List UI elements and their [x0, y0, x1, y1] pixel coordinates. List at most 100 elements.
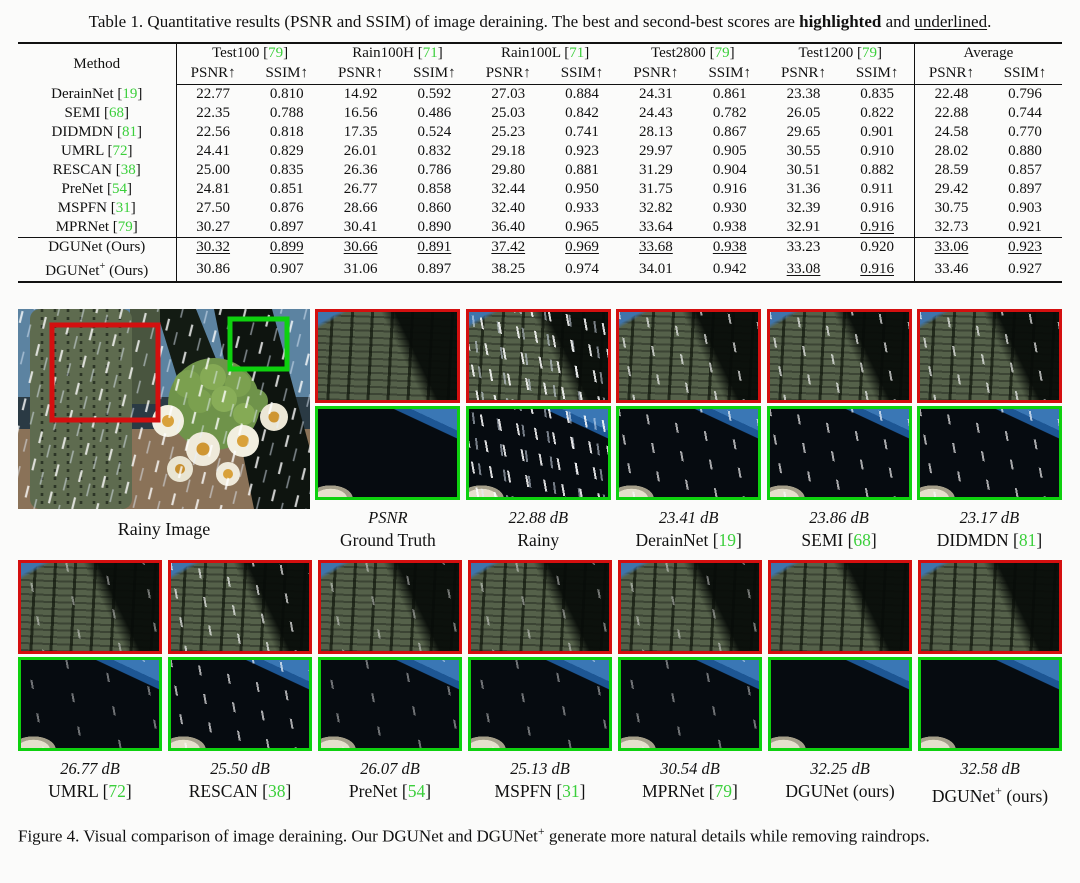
score-cell: 0.884 — [565, 86, 599, 102]
score-cell: 22.88 — [913, 104, 989, 123]
citation-number: 68 — [109, 105, 125, 121]
table-group-header-row: Method Test100 [79] Rain100H [71] Rain100L… — [18, 43, 1062, 85]
score-cell: 29.42 — [913, 180, 989, 199]
citation-number: 68 — [853, 530, 871, 550]
score-cell: 24.43 — [639, 105, 673, 121]
score-cell: 14.92 — [343, 86, 378, 102]
method-label: MSPFN [31] — [494, 781, 586, 801]
method-label: RESCAN [38] — [188, 781, 292, 801]
score-cell: 29.80 — [491, 162, 526, 178]
score-cell: 28.59 — [913, 161, 989, 180]
score-cell: 38.25 — [491, 260, 526, 277]
method-column-header: Method — [18, 43, 177, 85]
green-crop-image — [168, 657, 312, 751]
score-cell: 0.901 — [860, 124, 894, 140]
psnr-value: 30.54 dB — [660, 759, 720, 778]
dataset-group-header: Test2800 [79] — [651, 45, 735, 61]
rain-overlay — [621, 563, 759, 651]
score-cell: 29.65 — [786, 124, 821, 140]
rain-overlay — [919, 409, 1059, 497]
score-cell: 0.880 — [1008, 143, 1042, 159]
citation-number: 19 — [122, 85, 138, 102]
rain-overlay — [769, 312, 909, 400]
psnr-value: 26.07 dB — [360, 759, 420, 778]
score-cell: 24.58 — [913, 123, 989, 142]
table-caption-text: Table 1. Quantitative results (PSNR and … — [88, 12, 800, 31]
psnr-value: 22.88 dB — [508, 508, 569, 527]
green-crop-image — [465, 406, 611, 500]
score-cell: 32.91 — [786, 219, 821, 235]
score-cell: 28.02 — [913, 142, 989, 161]
green-crop-image — [315, 406, 461, 500]
method-label: DGUNet+ (ours) — [931, 784, 1049, 806]
score-cell: 0.897 — [1008, 181, 1042, 197]
rain-overlay — [921, 660, 1059, 748]
figure-row-2: 26.77 dB UMRL [72] 25.50 dB RESCAN [38] 26.0… — [18, 560, 1062, 808]
citation-number: 71 — [422, 45, 438, 61]
score-cell: 27.50 — [196, 200, 231, 216]
green-crop-image — [918, 657, 1062, 751]
score-cell: 0.822 — [860, 105, 894, 121]
score-cell: 0.950 — [565, 181, 599, 197]
score-cell: 0.782 — [712, 105, 747, 121]
psnr-column-header: PSNR↑ — [618, 63, 693, 85]
score-cell: 0.916 — [860, 260, 894, 277]
citation-number: 19 — [718, 530, 737, 550]
method-name-cell: UMRL [72] — [18, 142, 177, 161]
score-cell: 0.916 — [860, 200, 894, 216]
red-crop-image — [766, 309, 912, 403]
figure-panel: 23.86 dB SEMI [68] — [766, 309, 912, 552]
red-crop-image — [168, 560, 312, 654]
dataset-group-header: Average — [913, 43, 1062, 63]
score-cell: 0.923 — [565, 143, 599, 159]
rain-overlay — [318, 409, 457, 497]
citation-number: 79 — [714, 781, 733, 801]
score-cell: 30.86 — [196, 260, 231, 277]
rain-overlay — [321, 660, 459, 748]
score-cell: 25.23 — [491, 124, 526, 140]
score-cell: 0.930 — [712, 200, 747, 216]
score-cell: 30.55 — [786, 143, 821, 159]
score-cell: 30.32 — [176, 237, 250, 257]
score-cell: 28.13 — [639, 124, 673, 140]
method-name-cell: MPRNet [79] — [18, 218, 177, 238]
figure-panel: 23.41 dB DerainNet [19] — [616, 309, 762, 552]
score-cell: 22.77 — [196, 86, 231, 102]
superscript: + — [995, 784, 1002, 798]
method-label: DerainNet [19] — [635, 530, 742, 550]
score-cell: 24.81 — [196, 181, 231, 197]
score-cell: 24.41 — [196, 143, 231, 159]
citation-number: 81 — [121, 124, 137, 140]
ssim-column-header: SSIM↑ — [545, 63, 619, 85]
score-cell: 30.66 — [323, 237, 398, 257]
score-cell: 0.974 — [565, 260, 599, 277]
score-cell: 0.770 — [1008, 124, 1042, 140]
score-cell: 32.40 — [491, 200, 526, 216]
table-row: DGUNet+ (Ours) 30.86 0.907 31.06 0.897 38.25 0… — [18, 257, 1062, 282]
green-crop-image — [18, 657, 162, 751]
psnr-value: 25.50 dB — [210, 759, 270, 778]
score-cell: 0.965 — [565, 219, 599, 235]
rain-overlay — [771, 660, 909, 748]
rain-overlay — [919, 312, 1059, 400]
figure-panel: 23.17 dB DIDMDN [81] — [916, 309, 1062, 552]
score-cell: 32.44 — [491, 181, 526, 197]
dataset-group-header: Rain100H [71] — [352, 45, 443, 61]
citation-number: 31 — [562, 781, 580, 801]
figure-panel: 22.88 dB Rainy — [465, 309, 611, 552]
score-cell: 33.46 — [913, 257, 989, 282]
green-crop-image — [616, 406, 762, 500]
score-cell: 0.921 — [1008, 219, 1042, 235]
score-cell: 0.911 — [860, 181, 894, 197]
green-crop-image — [766, 406, 912, 500]
score-cell: 26.01 — [343, 143, 378, 159]
citation-number: 79 — [714, 45, 730, 61]
reference-image-block: Rainy Image — [18, 309, 310, 541]
score-cell: 32.73 — [913, 218, 989, 238]
score-cell: 0.916 — [712, 181, 747, 197]
method-name-cell: MSPFN [31] — [18, 199, 177, 218]
score-cell: 0.927 — [1008, 260, 1042, 277]
score-cell: 0.907 — [269, 260, 304, 277]
score-cell: 33.23 — [766, 237, 841, 257]
rain-overlay — [468, 312, 608, 400]
